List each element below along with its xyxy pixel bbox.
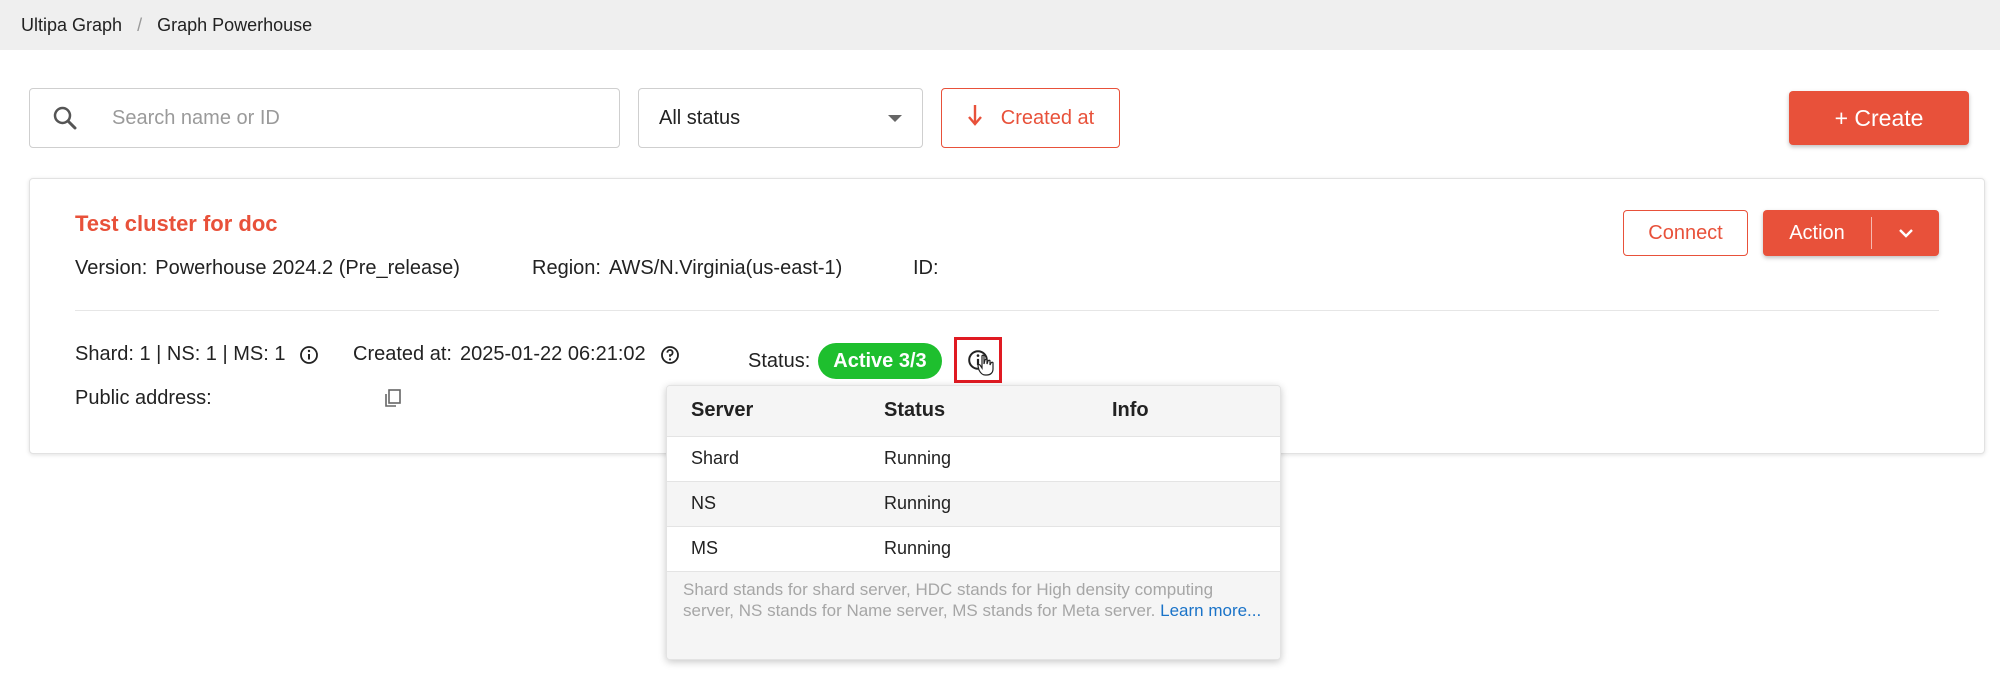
cluster-version: Version: Powerhouse 2024.2 (Pre_release) [75, 257, 460, 280]
version-label: Version: [75, 257, 148, 279]
row-status: Running [884, 435, 1112, 481]
info-icon[interactable] [299, 345, 319, 365]
row-status: Running [884, 525, 1112, 571]
breadcrumb-item-ultipa-graph[interactable]: Ultipa Graph [21, 15, 122, 36]
nodes-summary: Shard: 1 | NS: 1 | MS: 1 [75, 343, 319, 366]
learn-more-link[interactable]: Learn more... [1160, 601, 1261, 620]
status-badge: Active 3/3 [818, 343, 942, 379]
status-row: Status: Active 3/3 [748, 343, 942, 379]
sort-created-at-button[interactable]: Created at [941, 88, 1120, 148]
header-info: Info [1112, 386, 1280, 436]
search-box [29, 88, 620, 148]
cluster-region: Region: AWS/N.Virginia(us-east-1) [532, 257, 842, 280]
server-status-table: Server Status Info Shard Running NS Runn… [667, 386, 1280, 571]
status-label: Status: [748, 349, 811, 372]
search-input[interactable] [112, 106, 592, 130]
note-text: Shard stands for shard server, HDC stand… [683, 580, 1214, 620]
row-info [1112, 480, 1280, 526]
region-label: Region: [532, 257, 601, 279]
row-info [1112, 525, 1280, 571]
copy-icon[interactable] [382, 387, 404, 414]
table-header-row: Server Status Info [667, 386, 1280, 436]
table-row: NS Running [667, 480, 1280, 526]
search-icon [50, 103, 80, 133]
card-divider [75, 310, 1939, 311]
created-value: 2025-01-22 06:21:02 [459, 343, 646, 365]
chevron-down-icon[interactable] [1872, 227, 1939, 239]
table-row: Shard Running [667, 435, 1280, 481]
region-value: AWS/N.Virginia(us-east-1) [608, 257, 843, 279]
created-at: Created at: 2025-01-22 06:21:02 [353, 343, 680, 366]
chevron-down-icon [888, 114, 902, 122]
action-button[interactable]: Action [1763, 210, 1939, 256]
created-label: Created at: [353, 343, 452, 365]
sort-label: Created at [1000, 106, 1095, 129]
version-value: Powerhouse 2024.2 (Pre_release) [155, 257, 460, 279]
connect-button[interactable]: Connect [1623, 210, 1748, 256]
row-server: Shard [667, 435, 884, 481]
breadcrumb: Ultipa Graph / Graph Powerhouse [0, 0, 2000, 50]
id-label: ID: [913, 257, 939, 279]
row-server: NS [667, 480, 884, 526]
public-address-label: Public address: [75, 387, 212, 409]
status-popup: Server Status Info Shard Running NS Runn… [666, 385, 1281, 660]
help-icon[interactable] [660, 345, 680, 365]
nodes-summary-text: Shard: 1 | NS: 1 | MS: 1 [75, 343, 286, 365]
arrow-down-icon [967, 103, 983, 133]
breadcrumb-item-graph-powerhouse: Graph Powerhouse [157, 14, 313, 35]
breadcrumb-separator: / [137, 14, 143, 35]
status-filter-select[interactable]: All status [638, 88, 923, 148]
create-button[interactable]: + Create [1789, 91, 1969, 145]
status-filter-value: All status [659, 106, 741, 129]
header-status: Status [884, 386, 1112, 436]
cluster-name[interactable]: Test cluster for doc [75, 211, 278, 237]
status-info-button[interactable] [954, 337, 1002, 383]
row-status: Running [884, 480, 1112, 526]
row-server: MS [667, 525, 884, 571]
server-abbreviation-note: Shard stands for shard server, HDC stand… [667, 571, 1280, 659]
action-label: Action [1789, 221, 1845, 244]
table-row: MS Running [667, 525, 1280, 571]
header-server: Server [667, 386, 884, 436]
cluster-id: ID: [913, 257, 947, 280]
row-info [1112, 435, 1280, 481]
cursor-hand-icon [977, 354, 995, 376]
